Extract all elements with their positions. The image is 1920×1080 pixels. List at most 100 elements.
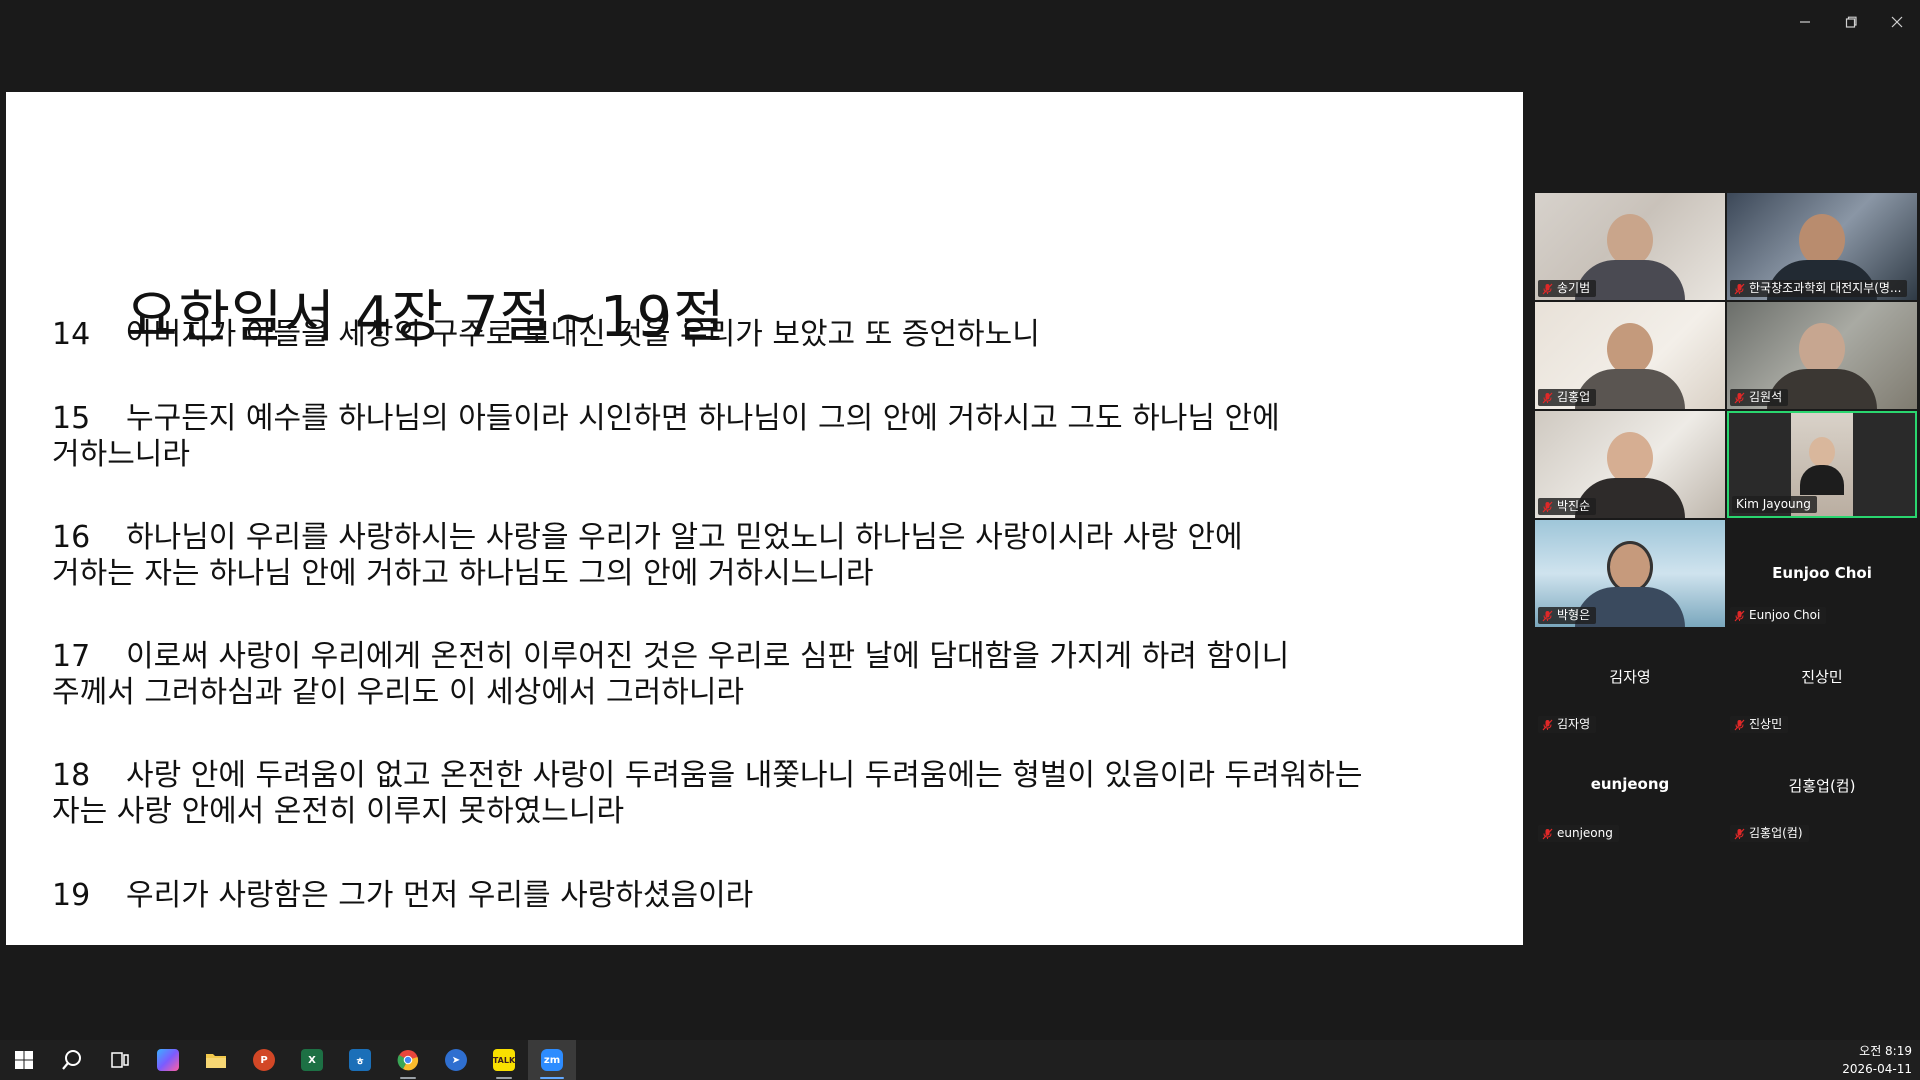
participant-tile[interactable]: Eunjoo Choi Eunjoo Choi	[1727, 520, 1917, 627]
excel-button[interactable]: X	[288, 1040, 336, 1080]
verse-15: 15 누구든지 예수를 하나님의 아들이라 시인하면 하나님이 그의 안에 거하시…	[52, 401, 1482, 473]
verse-text-continued: 거하느니라	[52, 437, 190, 472]
zoom-icon: zm	[541, 1049, 563, 1071]
verse-text-continued: 자는 사랑 안에서 온전히 이루지 못하였느니라	[52, 794, 625, 829]
copilot-button[interactable]	[144, 1040, 192, 1080]
verse-number: 15	[52, 401, 91, 436]
participant-name-chip: 박형은	[1538, 607, 1597, 624]
participant-tile-active-speaker[interactable]: Kim Jayoung	[1727, 411, 1917, 518]
participant-name: 박형은	[1557, 608, 1591, 622]
participant-name: 김원석	[1749, 390, 1783, 404]
participant-name: 송기범	[1557, 281, 1591, 295]
search-button[interactable]	[48, 1040, 96, 1080]
verse-text: 아버지가 아들을 세상의 구주로 보내신 것을 우리가 보았고 또 증언하노니	[126, 317, 1040, 352]
participant-name: 한국창조과학회 대전지부(명...	[1749, 281, 1902, 295]
verse-number: 14	[52, 317, 91, 352]
search-icon	[62, 1050, 81, 1070]
participant-name: 박진순	[1557, 499, 1591, 513]
hangul-icon: ㅎ	[349, 1049, 371, 1071]
participant-name-chip: 진상민	[1730, 716, 1789, 733]
clock-time: 오전 8:19	[1859, 1044, 1912, 1058]
mic-muted-icon	[1542, 719, 1553, 730]
participant-name-chip: 김원석	[1730, 389, 1789, 406]
hangul-button[interactable]: ㅎ	[336, 1040, 384, 1080]
restore-icon	[1845, 16, 1857, 28]
verse-text-continued: 거하는 자는 하나님 안에 거하고 하나님도 그의 안에 거하시느니라	[52, 556, 874, 591]
app-button[interactable]: ➤	[432, 1040, 480, 1080]
participant-name-chip: 김자영	[1538, 716, 1597, 733]
participant-display-name: eunjeong	[1590, 775, 1670, 793]
mic-muted-icon	[1542, 828, 1553, 839]
zoom-button[interactable]: zm	[528, 1040, 576, 1080]
participant-name-chip: Eunjoo Choi	[1730, 607, 1827, 624]
minimize-button[interactable]	[1782, 0, 1828, 44]
participant-tile[interactable]: 송기범	[1535, 193, 1725, 300]
participant-name-chip: Kim Jayoung	[1732, 496, 1817, 513]
participant-display-name: 진상민	[1801, 668, 1843, 686]
mic-muted-icon	[1734, 828, 1745, 839]
participant-display-name: 김홍업(컴)	[1788, 777, 1856, 795]
verse-number: 16	[52, 520, 91, 555]
verse-16: 16 하나님이 우리를 사랑하시는 사랑을 우리가 알고 믿었노니 하나님은 사랑…	[52, 520, 1482, 592]
participant-tile[interactable]: 김원석	[1727, 302, 1917, 409]
system-clock[interactable]: 오전 8:19 2026-04-11	[1842, 1042, 1912, 1078]
participant-tile[interactable]: 김홍업	[1535, 302, 1725, 409]
participant-display-name: 김자영	[1609, 668, 1651, 686]
mic-muted-icon	[1542, 392, 1553, 403]
verse-text: 이로써 사랑이 우리에게 온전히 이루어진 것은 우리로 심판 날에 담대함을 …	[126, 639, 1290, 674]
task-view-button[interactable]	[96, 1040, 144, 1080]
participant-name-chip: 박진순	[1538, 498, 1597, 515]
participant-name-chip: 송기범	[1538, 280, 1597, 297]
participant-name: 김홍업	[1557, 390, 1591, 404]
participant-tile[interactable]: 박형은	[1535, 520, 1725, 627]
participant-tile[interactable]: 박진순	[1535, 411, 1725, 518]
participant-name: 김자영	[1557, 717, 1591, 731]
participant-name: 진상민	[1749, 717, 1783, 731]
clock-date: 2026-04-11	[1842, 1062, 1912, 1076]
participant-name: Kim Jayoung	[1736, 497, 1811, 511]
participant-name-chip: eunjeong	[1538, 825, 1619, 842]
verse-14: 14 아버지가 아들을 세상의 구주로 보내신 것을 우리가 보았고 또 증언하노…	[52, 317, 1482, 353]
verse-number: 19	[52, 878, 91, 913]
copilot-icon	[157, 1049, 179, 1071]
window-controls	[1782, 0, 1920, 44]
participant-display-name: Eunjoo Choi	[1772, 564, 1872, 582]
taskbar: P X ㅎ ➤ TALK zm	[0, 1040, 1920, 1080]
verse-text-continued: 주께서 그러하심과 같이 우리도 이 세상에서 그러하니라	[52, 675, 745, 710]
participant-tile[interactable]: 김자영 김자영	[1535, 629, 1725, 736]
start-icon	[15, 1051, 33, 1069]
powerpoint-button[interactable]: P	[240, 1040, 288, 1080]
participant-tile[interactable]: eunjeong eunjeong	[1535, 738, 1725, 845]
app-icon: ➤	[445, 1049, 467, 1071]
restore-button[interactable]	[1828, 0, 1874, 44]
verse-text: 하나님이 우리를 사랑하시는 사랑을 우리가 알고 믿었노니 하나님은 사랑이시…	[126, 520, 1243, 555]
shared-screen: 요한일서 4장 7절~19절 14 아버지가 아들을 세상의 구주로 보내신 것을…	[6, 92, 1523, 945]
chrome-button[interactable]	[384, 1040, 432, 1080]
participant-name: eunjeong	[1557, 826, 1613, 840]
verse-text: 누구든지 예수를 하나님의 아들이라 시인하면 하나님이 그의 안에 거하시고 …	[126, 401, 1280, 436]
mic-muted-icon	[1542, 610, 1553, 621]
minimize-icon	[1800, 21, 1810, 23]
task-view-icon	[111, 1052, 129, 1068]
participant-name-chip: 김홍업(컴)	[1730, 825, 1809, 842]
kakaotalk-icon: TALK	[493, 1049, 515, 1071]
file-explorer-icon	[206, 1054, 226, 1068]
verse-number: 17	[52, 639, 91, 674]
mic-muted-icon	[1734, 719, 1745, 730]
verse-text: 우리가 사랑함은 그가 먼저 우리를 사랑하셨음이라	[126, 878, 754, 913]
kakaotalk-button[interactable]: TALK	[480, 1040, 528, 1080]
participant-tile[interactable]: 한국창조과학회 대전지부(명...	[1727, 193, 1917, 300]
mic-muted-icon	[1542, 501, 1553, 512]
close-icon	[1891, 16, 1903, 28]
participant-name: 김홍업(컴)	[1749, 826, 1803, 840]
start-button[interactable]	[0, 1040, 48, 1080]
participant-tile[interactable]: 김홍업(컴) 김홍업(컴)	[1727, 738, 1917, 845]
file-explorer-button[interactable]	[192, 1040, 240, 1080]
participant-name-chip: 김홍업	[1538, 389, 1597, 406]
verse-19: 19 우리가 사랑함은 그가 먼저 우리를 사랑하셨음이라	[52, 878, 1482, 914]
mic-muted-icon	[1734, 283, 1745, 294]
close-button[interactable]	[1874, 0, 1920, 44]
mic-muted-icon	[1542, 283, 1553, 294]
participant-tile[interactable]: 진상민 진상민	[1727, 629, 1917, 736]
verse-number: 18	[52, 758, 91, 793]
